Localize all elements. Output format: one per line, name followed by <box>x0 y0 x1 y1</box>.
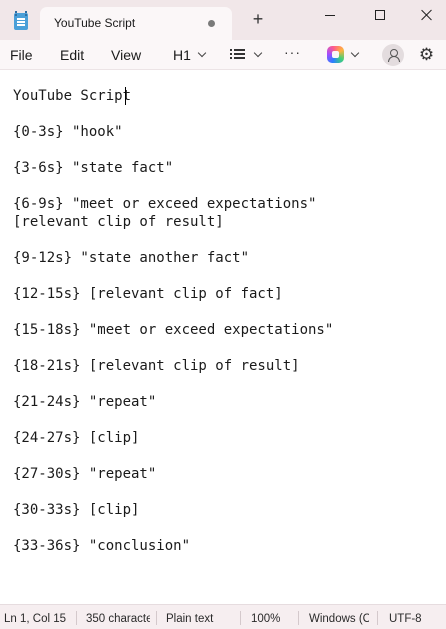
status-divider <box>298 611 299 625</box>
editor-line[interactable]: {27-30s} "repeat" <box>13 466 156 482</box>
tab-youtube-script[interactable]: YouTube Script <box>40 7 232 40</box>
heading-dropdown[interactable]: H1 <box>173 47 191 63</box>
zoom-level[interactable]: 100% <box>251 613 287 625</box>
title-bar: YouTube Script + <box>0 0 446 40</box>
chevron-down-icon[interactable] <box>253 48 263 58</box>
maximize-button[interactable] <box>357 0 403 30</box>
maximize-icon <box>375 10 385 20</box>
list-icon[interactable] <box>230 48 246 60</box>
unsaved-dot-icon[interactable] <box>208 20 215 27</box>
text-editor[interactable]: YouTube Script {0-3s} "hook" {3-6s} "sta… <box>0 71 446 604</box>
line-ending: Windows (CRLF) <box>309 613 369 625</box>
status-bar: Ln 1, Col 15 350 characters Plain text 1… <box>0 604 446 629</box>
status-divider <box>76 611 77 625</box>
character-count: 350 characters <box>86 613 150 625</box>
editor-line[interactable]: YouTube Script <box>13 88 131 104</box>
tab-title: YouTube Script <box>54 16 136 30</box>
editor-line[interactable]: [relevant clip of result] <box>13 214 224 230</box>
encoding: UTF-8 <box>389 613 422 625</box>
editor-line[interactable]: {0-3s} "hook" <box>13 124 123 140</box>
editor-line[interactable]: {15-18s} "meet or exceed expectations" <box>13 322 333 338</box>
more-options-icon[interactable]: ··· <box>284 44 301 60</box>
editor-line[interactable]: {21-24s} "repeat" <box>13 394 156 410</box>
editor-line[interactable]: {3-6s} "state fact" <box>13 160 173 176</box>
menu-bar: File Edit View H1 ··· ⚙ <box>0 40 446 70</box>
editor-line[interactable]: {12-15s} [relevant clip of fact] <box>13 286 283 302</box>
chevron-down-icon[interactable] <box>197 48 207 58</box>
new-tab-button[interactable]: + <box>248 9 268 29</box>
minimize-button[interactable] <box>307 0 353 30</box>
chevron-down-icon[interactable] <box>350 48 360 58</box>
menu-file[interactable]: File <box>10 47 33 63</box>
editor-line[interactable]: {33-36s} "conclusion" <box>13 538 190 554</box>
text-cursor <box>125 87 126 105</box>
status-divider <box>377 611 378 625</box>
menu-edit[interactable]: Edit <box>60 47 84 63</box>
status-divider <box>240 611 241 625</box>
editor-line[interactable]: {9-12s} "state another fact" <box>13 250 249 266</box>
close-icon <box>421 9 433 21</box>
notepad-icon <box>14 11 28 30</box>
status-divider <box>156 611 157 625</box>
minimize-icon <box>325 14 335 16</box>
editor-line[interactable]: {18-21s} [relevant clip of result] <box>13 358 300 374</box>
editor-line[interactable]: {6-9s} "meet or exceed expectations" <box>13 196 316 212</box>
copilot-icon[interactable] <box>327 46 344 63</box>
gear-icon[interactable]: ⚙ <box>418 46 435 63</box>
editor-line[interactable]: {24-27s} [clip] <box>13 430 139 446</box>
cursor-position: Ln 1, Col 15 <box>4 613 67 625</box>
file-format: Plain text <box>166 613 214 625</box>
account-icon[interactable] <box>382 44 404 66</box>
close-button[interactable] <box>404 0 446 30</box>
menu-view[interactable]: View <box>111 47 141 63</box>
editor-line[interactable]: {30-33s} [clip] <box>13 502 139 518</box>
